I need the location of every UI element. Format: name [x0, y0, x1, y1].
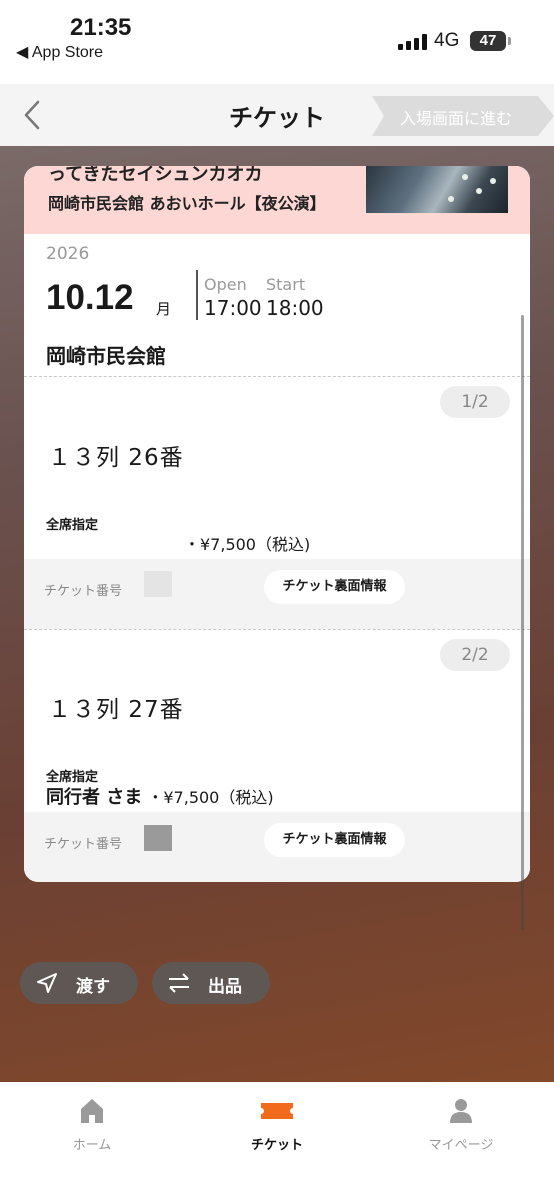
seat-number: １３列 27番: [48, 697, 184, 723]
month-suffix: 月: [156, 300, 172, 318]
signal-icon: [398, 34, 428, 50]
tab-home-label: ホーム: [72, 1138, 112, 1153]
seat-number: １３列 26番: [48, 445, 184, 471]
event-title: ってきたセイシュンカオカ: [48, 166, 263, 185]
ticket-icon: [261, 1103, 293, 1119]
navigation-bar: チケット 入場画面に進む: [0, 84, 554, 146]
status-bar: 21:35 ◀ App Store 4G 47: [0, 0, 554, 84]
start-label: Start: [266, 275, 306, 294]
ticket-divider: [24, 376, 530, 377]
ticket-back-info-button[interactable]: チケット裏面情報: [264, 823, 405, 857]
tab-mypage[interactable]: マイページ: [401, 1096, 521, 1153]
ticket-card: ってきたセイシュンカオカ 岡崎市民会館 あおいホール【夜公演】 2026 10.…: [24, 166, 530, 882]
tab-bar: ホーム チケット マイページ: [0, 1082, 554, 1200]
ticket-price: ・¥7,500（税込): [184, 535, 311, 554]
start-time: 18:00: [266, 296, 324, 320]
ticket-pager: 2/2: [440, 639, 510, 671]
transfer-button[interactable]: 渡す: [20, 962, 138, 1004]
open-time: 17:00: [204, 296, 262, 320]
status-time: 21:35: [70, 14, 132, 41]
venue-name: 岡崎市民会館: [46, 344, 166, 368]
event-image: [366, 166, 508, 213]
person-icon: [450, 1099, 472, 1123]
tab-ticket[interactable]: チケット: [217, 1096, 337, 1153]
ticket-number-redacted: [144, 825, 172, 851]
scrollbar[interactable]: [521, 315, 524, 930]
tab-ticket-label: チケット: [250, 1138, 303, 1153]
transfer-label: 渡す: [76, 977, 110, 997]
ticket-price: ・¥7,500（税込): [142, 788, 274, 807]
battery-cap: [508, 37, 511, 45]
back-to-app-store-link[interactable]: ◀ App Store: [16, 42, 103, 62]
list-for-sale-label: 出品: [208, 977, 242, 997]
entry-screen-label[interactable]: 入場画面に進む: [400, 105, 512, 129]
event-subtitle: 岡崎市民会館 あおいホール【夜公演】: [48, 194, 326, 213]
ticket-number-label: チケット番号: [44, 837, 123, 852]
ticket-pager: 1/2: [440, 386, 510, 418]
ticket-holder-row: ・¥7,500（税込): [46, 531, 310, 555]
open-label: Open: [204, 275, 247, 294]
home-icon: [81, 1099, 103, 1123]
event-banner: ってきたセイシュンカオカ 岡崎市民会館 あおいホール【夜公演】: [24, 166, 530, 234]
date-divider: [196, 270, 198, 320]
ticket-holder-row: 同行者 さま ・¥7,500（税込): [46, 783, 274, 809]
tab-mypage-label: マイページ: [428, 1138, 494, 1153]
ticket-holder: 同行者 さま: [46, 787, 143, 808]
ticket-divider: [24, 629, 530, 630]
network-type: 4G: [434, 30, 460, 51]
send-icon: [37, 973, 57, 993]
event-year: 2026: [46, 244, 90, 264]
swap-arrows-icon: [169, 973, 189, 993]
list-for-sale-button[interactable]: 出品: [152, 962, 270, 1004]
ticket-number-label: チケット番号: [44, 584, 123, 599]
battery-icon: 47: [470, 31, 506, 51]
ticket-number-redacted: [144, 571, 172, 597]
ticket-back-info-button[interactable]: チケット裏面情報: [264, 570, 405, 604]
event-date: 10.12: [46, 278, 134, 317]
tab-home[interactable]: ホーム: [32, 1096, 152, 1153]
